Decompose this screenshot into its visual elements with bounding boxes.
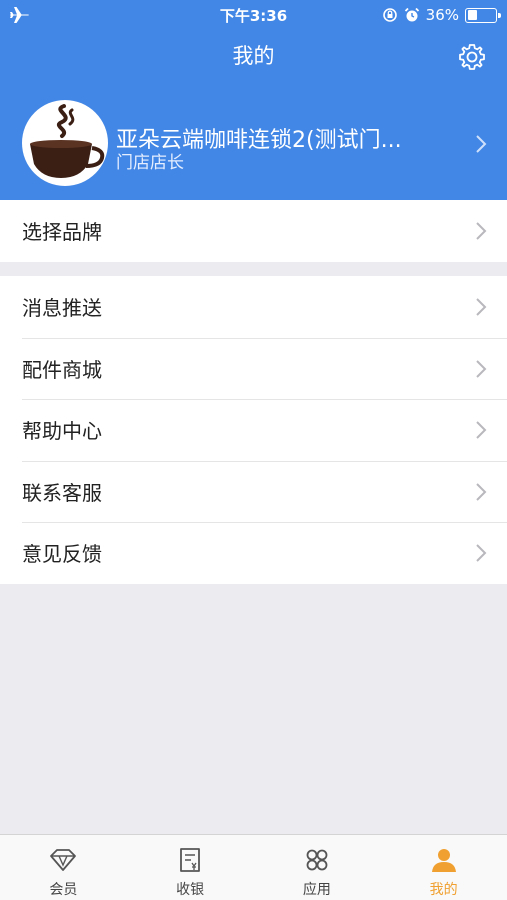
tab-cashier[interactable]: 收银 xyxy=(127,835,254,900)
row-label: 消息推送 xyxy=(22,296,102,321)
contact-service-row[interactable]: 联系客服 xyxy=(0,460,507,523)
user-role: 门店店长 xyxy=(116,153,184,173)
person-icon xyxy=(431,849,456,872)
status-bar: 下午3:36 36% xyxy=(0,0,507,30)
tab-bar: 会员 收银 应用 我的 xyxy=(0,834,507,900)
chevron-right-icon xyxy=(476,421,487,439)
tab-label: 收银 xyxy=(176,882,205,898)
chevron-right-icon xyxy=(476,482,487,501)
diamond-icon xyxy=(50,849,77,871)
alarm-icon xyxy=(404,7,419,22)
menu-list: 消息推送 配件商城 帮助中心 联系客服 意见反馈 xyxy=(0,276,507,584)
tab-label: 我的 xyxy=(429,882,458,898)
rotation-lock-icon xyxy=(382,8,397,22)
header-area: 下午3:36 36% 我的 亚朵云端咖啡连锁2(测试门... 门店店长 xyxy=(0,0,507,200)
chevron-right-icon xyxy=(476,544,487,562)
profile-card[interactable]: 亚朵云端咖啡连锁2(测试门... 门店店长 xyxy=(0,100,507,188)
chevron-right-icon xyxy=(476,135,487,153)
page-title: 我的 xyxy=(232,44,275,68)
select-brand-row[interactable]: 选择品牌 xyxy=(0,200,507,262)
chevron-right-icon xyxy=(476,222,487,240)
row-label: 配件商城 xyxy=(22,357,102,382)
help-center-row[interactable]: 帮助中心 xyxy=(0,399,507,461)
gear-icon[interactable] xyxy=(457,42,487,72)
feedback-row[interactable]: 意见反馈 xyxy=(0,522,507,584)
coffee-cup-icon xyxy=(30,104,105,178)
chevron-right-icon xyxy=(476,359,487,378)
receipt-icon xyxy=(180,848,201,872)
tab-member[interactable]: 会员 xyxy=(0,835,127,900)
message-push-row[interactable]: 消息推送 xyxy=(0,276,507,338)
battery-percent: 36% xyxy=(425,6,459,24)
row-label: 帮助中心 xyxy=(22,419,102,444)
parts-mall-row[interactable]: 配件商城 xyxy=(0,337,507,400)
row-label: 选择品牌 xyxy=(22,220,102,245)
chevron-right-icon xyxy=(476,298,487,316)
row-label: 意见反馈 xyxy=(22,542,102,567)
brand-section: 选择品牌 xyxy=(0,200,507,262)
tab-apps[interactable]: 应用 xyxy=(254,835,381,900)
battery-icon xyxy=(465,7,501,23)
tab-label: 会员 xyxy=(49,882,78,898)
apps-icon xyxy=(306,849,328,871)
tab-label: 应用 xyxy=(302,882,331,898)
row-label: 联系客服 xyxy=(22,480,102,505)
tab-mine[interactable]: 我的 xyxy=(380,835,507,900)
avatar xyxy=(22,100,108,186)
